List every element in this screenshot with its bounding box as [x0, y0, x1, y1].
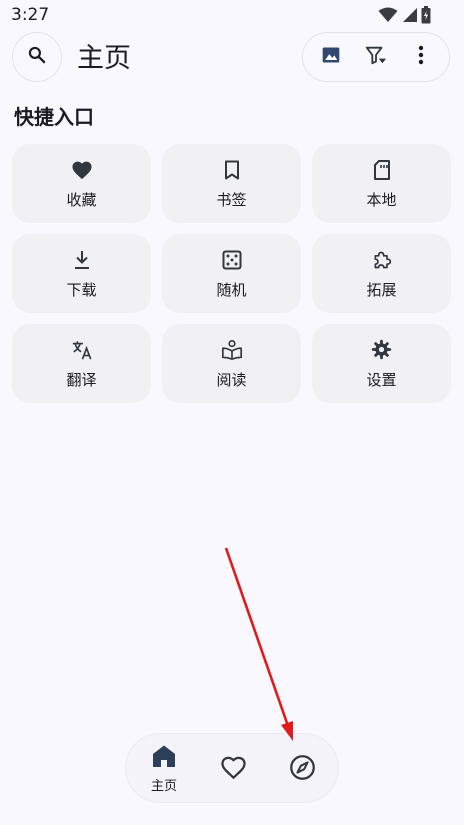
header-actions — [302, 32, 450, 82]
nav-item-home[interactable]: 主页 — [134, 734, 194, 804]
quick-tile-bookmarks[interactable]: 书签 — [162, 144, 301, 223]
tile-label: 拓展 — [366, 280, 397, 299]
bottom-navigation: 主页 — [125, 733, 339, 803]
more-options-button[interactable] — [403, 39, 439, 75]
quick-access-title: 快捷入口 — [14, 105, 94, 129]
tile-label: 书签 — [216, 190, 247, 209]
search-icon — [27, 45, 47, 69]
more-vert-icon — [418, 45, 424, 69]
status-icons — [378, 6, 431, 28]
status-bar: 3:27 — [0, 0, 464, 32]
nav-item-explore[interactable] — [272, 734, 332, 804]
heart-icon — [70, 158, 94, 182]
quick-tile-extensions[interactable]: 拓展 — [312, 234, 451, 313]
quick-tile-translate[interactable]: 翻译 — [12, 324, 151, 403]
dice-icon — [220, 248, 244, 272]
status-time: 3:27 — [11, 5, 50, 25]
translate-icon — [70, 338, 94, 362]
filter-icon — [364, 44, 388, 70]
search-button[interactable] — [12, 32, 62, 82]
quick-tile-random[interactable]: 随机 — [162, 234, 301, 313]
tile-label: 随机 — [216, 280, 247, 299]
app-bar: 主页 — [0, 30, 464, 82]
battery-icon — [421, 6, 431, 28]
wifi-icon — [378, 7, 398, 27]
tile-label: 翻译 — [66, 370, 97, 389]
extension-icon — [370, 248, 394, 272]
tile-label: 收藏 — [66, 190, 97, 209]
sd-card-icon — [370, 158, 394, 182]
quick-tile-downloads[interactable]: 下载 — [12, 234, 151, 313]
tile-label: 设置 — [366, 370, 397, 389]
filter-button[interactable] — [358, 39, 394, 75]
tile-label: 本地 — [366, 190, 397, 209]
tile-label: 阅读 — [216, 370, 247, 389]
page-title: 主页 — [77, 43, 131, 74]
quick-tile-settings[interactable]: 设置 — [312, 324, 451, 403]
gear-icon — [370, 338, 394, 362]
nav-item-favorites[interactable] — [203, 734, 263, 804]
compass-icon — [289, 754, 316, 785]
image-icon — [321, 45, 341, 69]
bookmark-icon — [220, 158, 244, 182]
tile-label: 下载 — [66, 280, 97, 299]
image-mode-button[interactable] — [313, 39, 349, 75]
heart-outline-icon — [220, 755, 247, 784]
signal-icon — [402, 7, 417, 27]
quick-tile-reading[interactable]: 阅读 — [162, 324, 301, 403]
home-icon — [151, 744, 177, 772]
reading-icon — [220, 338, 244, 362]
download-icon — [70, 248, 94, 272]
quick-tile-favorites[interactable]: 收藏 — [12, 144, 151, 223]
quick-access-grid: 收藏 书签 本地 下载 随机 拓展 翻译 阅读 设置 — [12, 144, 451, 403]
quick-tile-local[interactable]: 本地 — [312, 144, 451, 223]
nav-label-home: 主页 — [150, 779, 177, 794]
